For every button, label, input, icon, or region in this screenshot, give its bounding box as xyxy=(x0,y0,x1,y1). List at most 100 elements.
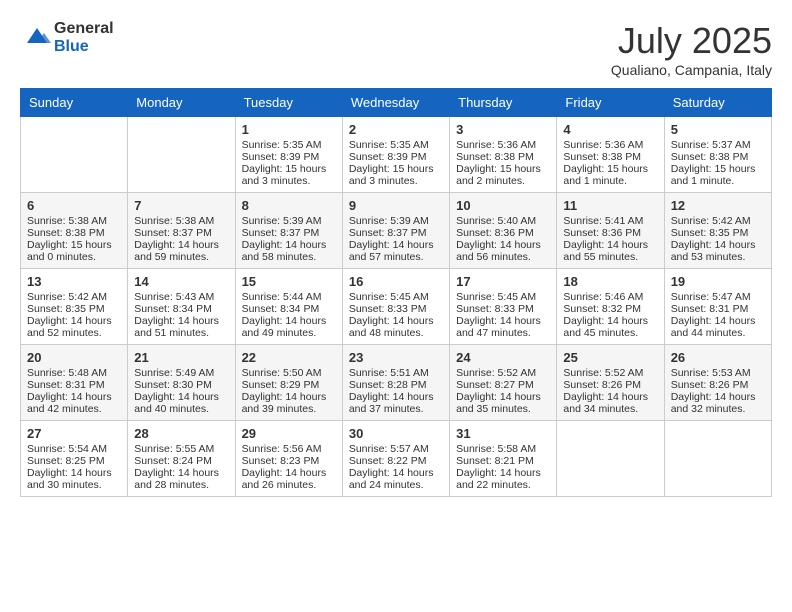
calendar-cell: 25 Sunrise: 5:52 AMSunset: 8:26 PMDayligh… xyxy=(557,345,664,421)
weekday-header-monday: Monday xyxy=(128,89,235,117)
weekday-header-saturday: Saturday xyxy=(664,89,771,117)
day-info: Sunrise: 5:39 AMSunset: 8:37 PMDaylight:… xyxy=(242,215,327,263)
day-info: Sunrise: 5:44 AMSunset: 8:34 PMDaylight:… xyxy=(242,291,327,339)
calendar-cell: 3Sunrise: 5:36 AMSunset: 8:38 PMDaylight… xyxy=(450,117,557,193)
calendar-cell: 24 Sunrise: 5:52 AMSunset: 8:27 PMDayligh… xyxy=(450,345,557,421)
day-info: Sunrise: 5:41 AMSunset: 8:36 PMDaylight:… xyxy=(563,215,648,263)
day-number: 22 xyxy=(242,350,336,365)
day-number: 1 xyxy=(242,122,336,137)
calendar-cell: 23Sunrise: 5:51 AMSunset: 8:28 PMDayligh… xyxy=(342,345,449,421)
day-info: Sunrise: 5:49 AMSunset: 8:30 PMDaylight:… xyxy=(134,367,219,415)
day-number: 14 xyxy=(134,274,228,289)
calendar-table: SundayMondayTuesdayWednesdayThursdayFrid… xyxy=(20,88,772,497)
day-number: 21 xyxy=(134,350,228,365)
calendar-cell: 11 Sunrise: 5:41 AMSunset: 8:36 PMDayligh… xyxy=(557,193,664,269)
day-info: Sunrise: 5:50 AMSunset: 8:29 PMDaylight:… xyxy=(242,367,327,415)
logo-icon xyxy=(22,23,52,48)
day-info: Sunrise: 5:57 AMSunset: 8:22 PMDaylight:… xyxy=(349,443,434,491)
calendar-cell: 19 Sunrise: 5:47 AMSunset: 8:31 PMDayligh… xyxy=(664,269,771,345)
calendar-cell xyxy=(128,117,235,193)
day-number: 3 xyxy=(456,122,550,137)
logo: General Blue xyxy=(20,20,114,56)
calendar-cell: 5Sunrise: 5:37 AMSunset: 8:38 PMDaylight… xyxy=(664,117,771,193)
day-number: 18 xyxy=(563,274,657,289)
calendar-cell: 28Sunrise: 5:55 AMSunset: 8:24 PMDayligh… xyxy=(128,421,235,497)
calendar-cell xyxy=(664,421,771,497)
day-number: 8 xyxy=(242,198,336,213)
calendar-cell: 12 Sunrise: 5:42 AMSunset: 8:35 PMDayligh… xyxy=(664,193,771,269)
day-number: 15 xyxy=(242,274,336,289)
day-info: Sunrise: 5:52 AMSunset: 8:26 PMDaylight:… xyxy=(563,367,648,415)
calendar-week-1: 1 Sunrise: 5:35 AMSunset: 8:39 PMDaylight… xyxy=(21,117,772,193)
calendar-cell: 18Sunrise: 5:46 AMSunset: 8:32 PMDayligh… xyxy=(557,269,664,345)
day-info: Sunrise: 5:45 AMSunset: 8:33 PMDaylight:… xyxy=(456,291,541,339)
month-title: July 2025 xyxy=(611,20,772,62)
day-number: 26 xyxy=(671,350,765,365)
day-info: Sunrise: 5:51 AMSunset: 8:28 PMDaylight:… xyxy=(349,367,434,415)
day-number: 24 xyxy=(456,350,550,365)
day-info: Sunrise: 5:55 AMSunset: 8:24 PMDaylight:… xyxy=(134,443,219,491)
day-number: 19 xyxy=(671,274,765,289)
day-info: Sunrise: 5:53 AMSunset: 8:26 PMDaylight:… xyxy=(671,367,756,415)
weekday-header-tuesday: Tuesday xyxy=(235,89,342,117)
day-number: 29 xyxy=(242,426,336,441)
day-info: Sunrise: 5:48 AMSunset: 8:31 PMDaylight:… xyxy=(27,367,112,415)
calendar-cell: 13Sunrise: 5:42 AMSunset: 8:35 PMDayligh… xyxy=(21,269,128,345)
day-number: 25 xyxy=(563,350,657,365)
day-number: 17 xyxy=(456,274,550,289)
day-info: Sunrise: 5:40 AMSunset: 8:36 PMDaylight:… xyxy=(456,215,541,263)
day-info: Sunrise: 5:52 AMSunset: 8:27 PMDaylight:… xyxy=(456,367,541,415)
calendar-cell: 17 Sunrise: 5:45 AMSunset: 8:33 PMDayligh… xyxy=(450,269,557,345)
weekday-header-sunday: Sunday xyxy=(21,89,128,117)
day-info: Sunrise: 5:39 AMSunset: 8:37 PMDaylight:… xyxy=(349,215,434,263)
weekday-header-wednesday: Wednesday xyxy=(342,89,449,117)
day-info: Sunrise: 5:56 AMSunset: 8:23 PMDaylight:… xyxy=(242,443,327,491)
calendar-cell: 21 Sunrise: 5:49 AMSunset: 8:30 PMDayligh… xyxy=(128,345,235,421)
day-number: 20 xyxy=(27,350,121,365)
calendar-week-2: 6 Sunrise: 5:38 AMSunset: 8:38 PMDaylight… xyxy=(21,193,772,269)
calendar-cell: 2Sunrise: 5:35 AMSunset: 8:39 PMDaylight… xyxy=(342,117,449,193)
day-number: 5 xyxy=(671,122,765,137)
calendar-cell: 4Sunrise: 5:36 AMSunset: 8:38 PMDaylight… xyxy=(557,117,664,193)
logo-general: General Blue xyxy=(54,20,114,56)
calendar-cell: 26 Sunrise: 5:53 AMSunset: 8:26 PMDayligh… xyxy=(664,345,771,421)
day-info: Sunrise: 5:35 AMSunset: 8:39 PMDaylight:… xyxy=(242,139,327,187)
calendar-cell xyxy=(557,421,664,497)
title-block: July 2025 Qualiano, Campania, Italy xyxy=(611,20,772,78)
day-number: 10 xyxy=(456,198,550,213)
day-number: 6 xyxy=(27,198,121,213)
day-info: Sunrise: 5:38 AMSunset: 8:37 PMDaylight:… xyxy=(134,215,219,263)
day-info: Sunrise: 5:42 AMSunset: 8:35 PMDaylight:… xyxy=(671,215,756,263)
day-number: 13 xyxy=(27,274,121,289)
day-info: Sunrise: 5:35 AMSunset: 8:39 PMDaylight:… xyxy=(349,139,434,187)
day-info: Sunrise: 5:47 AMSunset: 8:31 PMDaylight:… xyxy=(671,291,756,339)
calendar-cell: 8 Sunrise: 5:39 AMSunset: 8:37 PMDaylight… xyxy=(235,193,342,269)
calendar-cell: 15 Sunrise: 5:44 AMSunset: 8:34 PMDayligh… xyxy=(235,269,342,345)
calendar-cell: 16 Sunrise: 5:45 AMSunset: 8:33 PMDayligh… xyxy=(342,269,449,345)
calendar-cell: 9 Sunrise: 5:39 AMSunset: 8:37 PMDaylight… xyxy=(342,193,449,269)
day-number: 16 xyxy=(349,274,443,289)
calendar-week-3: 13Sunrise: 5:42 AMSunset: 8:35 PMDayligh… xyxy=(21,269,772,345)
day-number: 12 xyxy=(671,198,765,213)
day-number: 11 xyxy=(563,198,657,213)
calendar-cell: 6 Sunrise: 5:38 AMSunset: 8:38 PMDaylight… xyxy=(21,193,128,269)
day-info: Sunrise: 5:58 AMSunset: 8:21 PMDaylight:… xyxy=(456,443,541,491)
calendar-week-4: 20 Sunrise: 5:48 AMSunset: 8:31 PMDayligh… xyxy=(21,345,772,421)
day-info: Sunrise: 5:38 AMSunset: 8:38 PMDaylight:… xyxy=(27,215,112,263)
calendar-cell: 14Sunrise: 5:43 AMSunset: 8:34 PMDayligh… xyxy=(128,269,235,345)
day-number: 9 xyxy=(349,198,443,213)
day-info: Sunrise: 5:45 AMSunset: 8:33 PMDaylight:… xyxy=(349,291,434,339)
calendar-cell: 20 Sunrise: 5:48 AMSunset: 8:31 PMDayligh… xyxy=(21,345,128,421)
day-number: 30 xyxy=(349,426,443,441)
calendar-cell: 1 Sunrise: 5:35 AMSunset: 8:39 PMDaylight… xyxy=(235,117,342,193)
weekday-header-friday: Friday xyxy=(557,89,664,117)
calendar-cell: 10 Sunrise: 5:40 AMSunset: 8:36 PMDayligh… xyxy=(450,193,557,269)
calendar-cell: 7 Sunrise: 5:38 AMSunset: 8:37 PMDaylight… xyxy=(128,193,235,269)
calendar-week-5: 27Sunrise: 5:54 AMSunset: 8:25 PMDayligh… xyxy=(21,421,772,497)
calendar-cell: 31Sunrise: 5:58 AMSunset: 8:21 PMDayligh… xyxy=(450,421,557,497)
day-info: Sunrise: 5:36 AMSunset: 8:38 PMDaylight:… xyxy=(563,139,648,187)
location-subtitle: Qualiano, Campania, Italy xyxy=(611,62,772,78)
calendar-cell: 29 Sunrise: 5:56 AMSunset: 8:23 PMDayligh… xyxy=(235,421,342,497)
day-number: 7 xyxy=(134,198,228,213)
page-header: General Blue July 2025 Qualiano, Campani… xyxy=(20,20,772,78)
